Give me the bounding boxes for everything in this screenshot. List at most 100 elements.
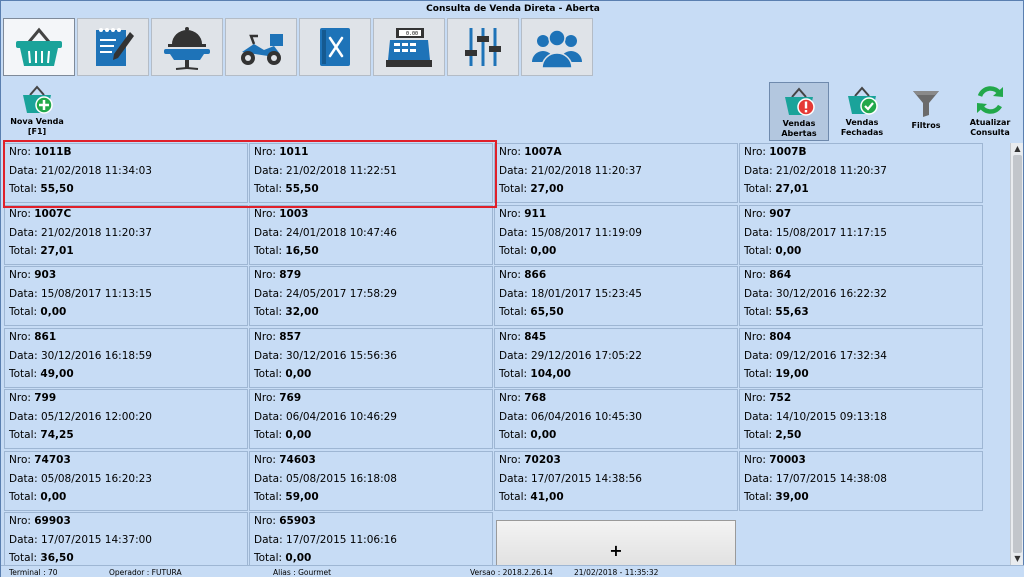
sale-card[interactable]: Nro: 1007A Data: 21/02/2018 11:20:37 Total… [494, 143, 738, 203]
sale-card[interactable]: Nro: 70003 Data: 17/07/2015 14:38:08 Total… [739, 450, 983, 511]
scroll-up-arrow-icon[interactable]: ▲ [1012, 143, 1023, 155]
sale-card[interactable]: Nro: 861 Data: 30/12/2016 16:18:59 Total: … [4, 327, 248, 388]
add-sale-button[interactable]: + [496, 520, 736, 565]
sale-number-row: Nro: 866 [499, 269, 546, 281]
sale-card[interactable]: Nro: 1007C Data: 21/02/2018 11:20:37 Total… [4, 204, 248, 265]
sale-number-value: 70003 [769, 453, 806, 466]
sale-total-value: 55,50 [285, 183, 319, 195]
sale-number-value: 1007B [769, 146, 807, 158]
sale-card[interactable]: Nro: 866 Data: 18/01/2017 15:23:45 Total: … [494, 266, 738, 326]
sale-date-row: Data: 15/08/2017 11:17:15 [744, 227, 887, 239]
sale-number-value: 1007C [34, 207, 72, 220]
status-datetime: 21/02/2018 - 11:35:32 [574, 568, 659, 577]
sale-card[interactable]: Nro: 799 Data: 05/12/2016 12:00:20 Total: … [4, 389, 248, 449]
sale-total-value: 27,00 [530, 183, 564, 195]
sale-date-value: 06/04/2016 10:45:30 [530, 411, 642, 423]
sale-number-row: Nro: 1003 [254, 208, 308, 220]
sale-card[interactable]: Nro: 1007B Data: 21/02/2018 11:20:37 Total… [739, 143, 983, 203]
sale-total-label: Total: [9, 552, 38, 564]
tab-configuracoes[interactable] [447, 18, 519, 76]
sale-number-value: 861 [34, 330, 57, 343]
sale-card[interactable]: Nro: 845 Data: 29/12/2016 17:05:22 Total: … [494, 327, 738, 388]
sale-number-value: 65903 [279, 515, 316, 527]
basket-check-icon [848, 86, 878, 115]
sale-card[interactable]: Nro: 69903 Data: 17/07/2015 14:37:00 Total… [4, 512, 248, 565]
sale-number-row: Nro: 864 [744, 269, 791, 281]
sale-date-label: Data: [744, 165, 773, 177]
sale-date-value: 17/07/2015 14:38:08 [775, 472, 887, 485]
sale-card[interactable]: Nro: 907 Data: 15/08/2017 11:17:15 Total: … [739, 204, 983, 265]
sale-total-row: Total: 32,00 [254, 306, 319, 318]
sale-card[interactable]: Nro: 1011B Data: 21/02/2018 11:34:03 Total… [4, 143, 248, 203]
sale-number-label: Nro: [499, 207, 521, 220]
sale-date-row: Data: 24/01/2018 10:47:46 [254, 227, 397, 239]
vendas-abertas-label-1: Vendas [782, 119, 816, 128]
vendas-abertas-button[interactable]: Vendas Abertas [769, 82, 829, 141]
sale-card[interactable]: Nro: 70203 Data: 17/07/2015 14:38:56 Total… [494, 450, 738, 511]
atualizar-consulta-button[interactable]: Atualizar Consulta [961, 84, 1019, 138]
sale-total-value: 0,00 [40, 490, 67, 503]
sale-date-label: Data: [254, 411, 283, 423]
sale-number-value: 903 [34, 269, 57, 281]
nova-venda-button[interactable]: Nova Venda [F1] [9, 83, 65, 137]
basket-alert-icon [785, 87, 815, 116]
sale-date-value: 18/01/2017 15:23:45 [530, 288, 642, 300]
sale-number-value: 769 [279, 392, 302, 404]
sale-number-value: 1003 [279, 207, 309, 220]
tab-mesas[interactable] [151, 18, 223, 76]
sale-date-value: 09/12/2016 17:32:34 [775, 349, 887, 362]
sale-total-value: 104,00 [530, 367, 571, 380]
scroll-thumb[interactable] [1013, 155, 1022, 553]
sale-date-value: 15/08/2017 11:19:09 [530, 226, 642, 239]
sale-date-value: 15/08/2017 11:13:15 [40, 288, 152, 300]
sale-card[interactable]: Nro: 768 Data: 06/04/2016 10:45:30 Total: … [494, 389, 738, 449]
sale-number-label: Nro: [744, 392, 766, 404]
sale-card[interactable]: Nro: 911 Data: 15/08/2017 11:19:09 Total: … [494, 204, 738, 265]
sale-date-label: Data: [499, 411, 528, 423]
sale-date-row: Data: 21/02/2018 11:22:51 [254, 165, 397, 177]
sale-card[interactable]: Nro: 804 Data: 09/12/2016 17:32:34 Total: … [739, 327, 983, 388]
sale-date-value: 17/07/2015 11:06:16 [285, 534, 397, 546]
sale-number-row: Nro: 74603 [254, 454, 316, 466]
sale-total-label: Total: [9, 183, 38, 195]
sale-total-value: 0,00 [775, 244, 802, 257]
sale-total-value: 55,63 [775, 306, 809, 318]
sale-total-label: Total: [254, 306, 283, 318]
tab-cardapio[interactable] [299, 18, 371, 76]
sale-card[interactable]: Nro: 74703 Data: 05/08/2015 16:20:23 Total… [4, 450, 248, 511]
sale-total-row: Total: 27,00 [499, 183, 564, 195]
sale-date-row: Data: 09/12/2016 17:32:34 [744, 350, 887, 362]
sale-card[interactable]: Nro: 1011 Data: 21/02/2018 11:22:51 Total:… [249, 143, 493, 203]
sale-card[interactable]: Nro: 752 Data: 14/10/2015 09:13:18 Total: … [739, 389, 983, 449]
filtros-button[interactable]: Filtros [899, 87, 953, 131]
tab-caixa[interactable]: 0.00 [373, 18, 445, 76]
vertical-scrollbar[interactable]: ▲ ▼ [1010, 143, 1023, 565]
vendas-fechadas-button[interactable]: Vendas Fechadas [833, 84, 891, 138]
sale-date-label: Data: [254, 472, 283, 485]
tab-usuarios[interactable] [521, 18, 593, 76]
scroll-down-arrow-icon[interactable]: ▼ [1012, 553, 1023, 565]
sale-number-value: 845 [524, 330, 547, 343]
sale-total-value: 27,01 [40, 244, 74, 257]
tab-delivery[interactable] [225, 18, 297, 76]
sale-card[interactable]: Nro: 903 Data: 15/08/2017 11:13:15 Total: … [4, 266, 248, 326]
sale-card[interactable]: Nro: 879 Data: 24/05/2017 17:58:29 Total: … [249, 266, 493, 326]
vendas-fechadas-label-1: Vendas [845, 118, 879, 127]
sale-total-value: 16,50 [285, 244, 319, 257]
atualizar-label-2: Consulta [970, 128, 1010, 137]
sale-card[interactable]: Nro: 857 Data: 30/12/2016 15:56:36 Total: … [249, 327, 493, 388]
sale-card[interactable]: Nro: 864 Data: 30/12/2016 16:22:32 Total: … [739, 266, 983, 326]
sale-card[interactable]: Nro: 65903 Data: 17/07/2015 11:06:16 Total… [249, 512, 493, 565]
sale-total-label: Total: [744, 429, 773, 441]
sale-number-label: Nro: [9, 207, 31, 220]
sale-card[interactable]: Nro: 769 Data: 06/04/2016 10:46:29 Total: … [249, 389, 493, 449]
sale-number-value: 804 [769, 330, 792, 343]
sale-total-value: 0,00 [285, 552, 312, 564]
sale-card[interactable]: Nro: 1003 Data: 24/01/2018 10:47:46 Total:… [249, 204, 493, 265]
tab-venda-direta[interactable] [3, 18, 75, 76]
sale-total-row: Total: 0,00 [254, 429, 311, 441]
tab-pedidos[interactable] [77, 18, 149, 76]
sale-card[interactable]: Nro: 74603 Data: 05/08/2015 16:18:08 Total… [249, 450, 493, 511]
cash-register-icon: 0.00 [386, 28, 432, 67]
sale-total-label: Total: [9, 367, 38, 380]
